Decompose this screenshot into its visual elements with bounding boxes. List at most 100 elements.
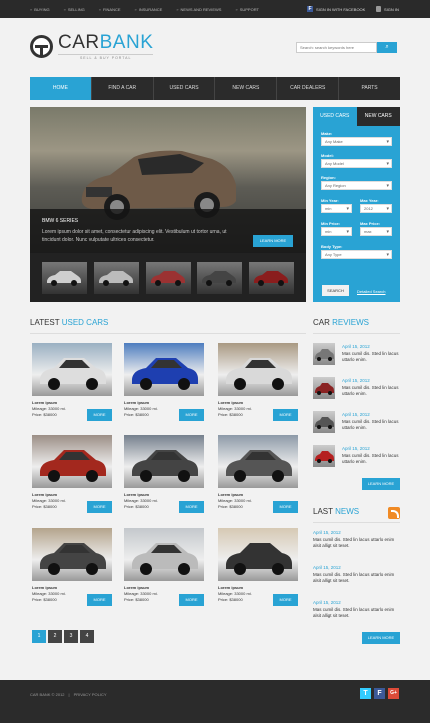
reviews-divider xyxy=(313,333,400,334)
min-year-select[interactable]: min xyxy=(321,204,352,213)
facebook-icon[interactable]: f xyxy=(374,688,385,699)
review-item[interactable]: April 15, 2012 Mas cumil dis. Sted lin la… xyxy=(313,343,400,365)
review-text: Mas cumil dis. Sted lin lacus uttarlo en… xyxy=(342,351,399,362)
reviews-title-a: Car xyxy=(313,318,333,327)
news-item-1[interactable]: April 15, 2012 Mas cumil dis. Sted lin l… xyxy=(313,530,400,549)
news-title-b: News xyxy=(335,507,360,516)
thumbnail-5[interactable] xyxy=(249,261,294,294)
car-image[interactable] xyxy=(218,435,298,488)
facebook-signin-link[interactable]: f Sign in with Facebook xyxy=(307,6,365,12)
page-4[interactable]: 4 xyxy=(80,630,94,643)
more-button[interactable]: More xyxy=(87,409,112,421)
thumbnail-2[interactable] xyxy=(93,261,139,294)
more-button[interactable]: More xyxy=(273,594,298,606)
logo-subtitle: Sell & buy portal xyxy=(58,54,154,60)
news-date: April 15, 2012 xyxy=(313,600,341,605)
max-year-select[interactable]: 2012 xyxy=(360,204,392,213)
news-title-a: Last xyxy=(313,507,336,516)
nav-car-dealers[interactable]: Car dealers xyxy=(277,77,340,100)
search-button[interactable]: ⌕ xyxy=(377,42,397,53)
search-input[interactable] xyxy=(296,42,377,53)
max-price-select[interactable]: max xyxy=(360,227,392,236)
tab-used-cars[interactable]: Used cars xyxy=(313,107,357,126)
review-item[interactable]: April 15, 2012 Mas cumil dis. Sted lin la… xyxy=(313,377,400,399)
logo-title-bank: BANK xyxy=(99,32,154,53)
news-text: Mas cumil dis. Sted lin lacus uttarlo en… xyxy=(313,572,395,583)
signin-label: Sign in xyxy=(384,6,399,12)
news-learn-more-button[interactable]: Learn more xyxy=(362,632,400,644)
top-link-insurance[interactable]: Insurance xyxy=(135,7,163,12)
more-button[interactable]: More xyxy=(87,594,112,606)
review-item[interactable]: April 15, 2012 Mas cumil dis. Sted lin la… xyxy=(313,445,400,467)
lock-icon xyxy=(376,6,381,12)
car-image[interactable] xyxy=(124,343,204,396)
thumbnail-3[interactable] xyxy=(145,261,191,294)
page-3[interactable]: 3 xyxy=(64,630,78,643)
review-date: April 15, 2012 xyxy=(342,412,370,417)
thumbnail-1[interactable] xyxy=(42,261,87,294)
car-image[interactable] xyxy=(218,528,298,581)
search-icon: ⌕ xyxy=(385,44,389,50)
car-image[interactable] xyxy=(124,435,204,488)
car-card: Lorem ipsum Mileage: 33000 mi. Price: $380… xyxy=(124,343,204,421)
finder-search-button[interactable]: Search xyxy=(322,285,349,296)
car-image[interactable] xyxy=(32,343,112,396)
nav-find-a-car[interactable]: Find a car xyxy=(92,77,154,100)
news-text: Mas cumil dis. Sted lin lacus uttarlo en… xyxy=(313,537,395,548)
min-year-label: Min Year: xyxy=(321,198,339,203)
more-button[interactable]: More xyxy=(273,409,298,421)
twitter-icon[interactable]: t xyxy=(360,688,371,699)
car-image[interactable] xyxy=(124,528,204,581)
detailed-search-link[interactable]: Detailed Search xyxy=(357,289,385,294)
footer-copyright: Car Bank © 2012 xyxy=(30,692,65,697)
nav-home[interactable]: Home xyxy=(30,77,92,100)
thumbnail-4[interactable] xyxy=(197,261,243,294)
privacy-policy-link[interactable]: Privacy Policy xyxy=(74,692,107,697)
review-thumbnail xyxy=(313,343,335,365)
rss-icon[interactable] xyxy=(388,507,400,519)
body-type-select[interactable]: Any Type xyxy=(321,250,392,259)
more-button[interactable]: More xyxy=(87,501,112,513)
more-button[interactable]: More xyxy=(179,409,204,421)
top-link-news[interactable]: News and reviews xyxy=(176,7,222,12)
model-label: Model: xyxy=(321,153,334,158)
page-1[interactable]: 1 xyxy=(32,630,46,643)
site-logo[interactable]: CARBANK Sell & buy portal xyxy=(30,32,154,60)
top-link-finance[interactable]: Finance xyxy=(99,7,121,12)
news-item-2[interactable]: April 15, 2012 Mas cumil dis. Sted lin l… xyxy=(313,565,400,584)
make-select[interactable]: Any Make xyxy=(321,137,392,146)
top-link-support[interactable]: Support xyxy=(235,7,259,12)
news-text: Mas cumil dis. Sted lin lacus uttarlo en… xyxy=(313,607,395,618)
nav-used-cars[interactable]: Used cars xyxy=(154,77,216,100)
review-date: April 15, 2012 xyxy=(342,446,370,451)
top-link-selling[interactable]: Selling xyxy=(64,7,85,12)
model-select[interactable]: Any Model xyxy=(321,159,392,168)
review-text: Mas cumil dis. Sted lin lacus uttarlo en… xyxy=(342,385,399,396)
car-card: Lorem ipsum Mileage: 33000 mi. Price: $380… xyxy=(32,528,112,606)
more-button[interactable]: More xyxy=(273,501,298,513)
more-button[interactable]: More xyxy=(179,594,204,606)
google-plus-icon[interactable]: g+ xyxy=(388,688,399,699)
car-card: Lorem ipsum Mileage: 33000 mi. Price: $380… xyxy=(124,528,204,606)
page-2[interactable]: 2 xyxy=(48,630,62,643)
news-item-3[interactable]: April 15, 2012 Mas cumil dis. Sted lin l… xyxy=(313,600,400,619)
latest-title-a: Latest xyxy=(30,318,62,327)
min-price-select[interactable]: min xyxy=(321,227,352,236)
nav-new-cars[interactable]: New cars xyxy=(215,77,278,100)
signin-link[interactable]: Sign in xyxy=(376,6,399,12)
hero-learn-more-button[interactable]: Learn more xyxy=(253,235,293,247)
pagination: 1 2 3 4 xyxy=(32,630,96,643)
nav-parts[interactable]: Parts xyxy=(339,77,400,100)
latest-divider xyxy=(30,333,306,334)
top-link-buying[interactable]: Buying xyxy=(30,7,49,12)
car-card: Lorem ipsum Mileage: 33000 mi. Price: $380… xyxy=(218,435,298,513)
reviews-learn-more-button[interactable]: Learn more xyxy=(362,478,400,490)
car-image[interactable] xyxy=(32,528,112,581)
region-select[interactable]: Any Region xyxy=(321,181,392,190)
review-item[interactable]: April 15, 2012 Mas cumil dis. Sted lin la… xyxy=(313,411,400,433)
tab-new-cars[interactable]: New cars xyxy=(356,107,400,126)
more-button[interactable]: More xyxy=(179,501,204,513)
car-image[interactable] xyxy=(32,435,112,488)
make-label: Make: xyxy=(321,131,333,136)
car-image[interactable] xyxy=(218,343,298,396)
